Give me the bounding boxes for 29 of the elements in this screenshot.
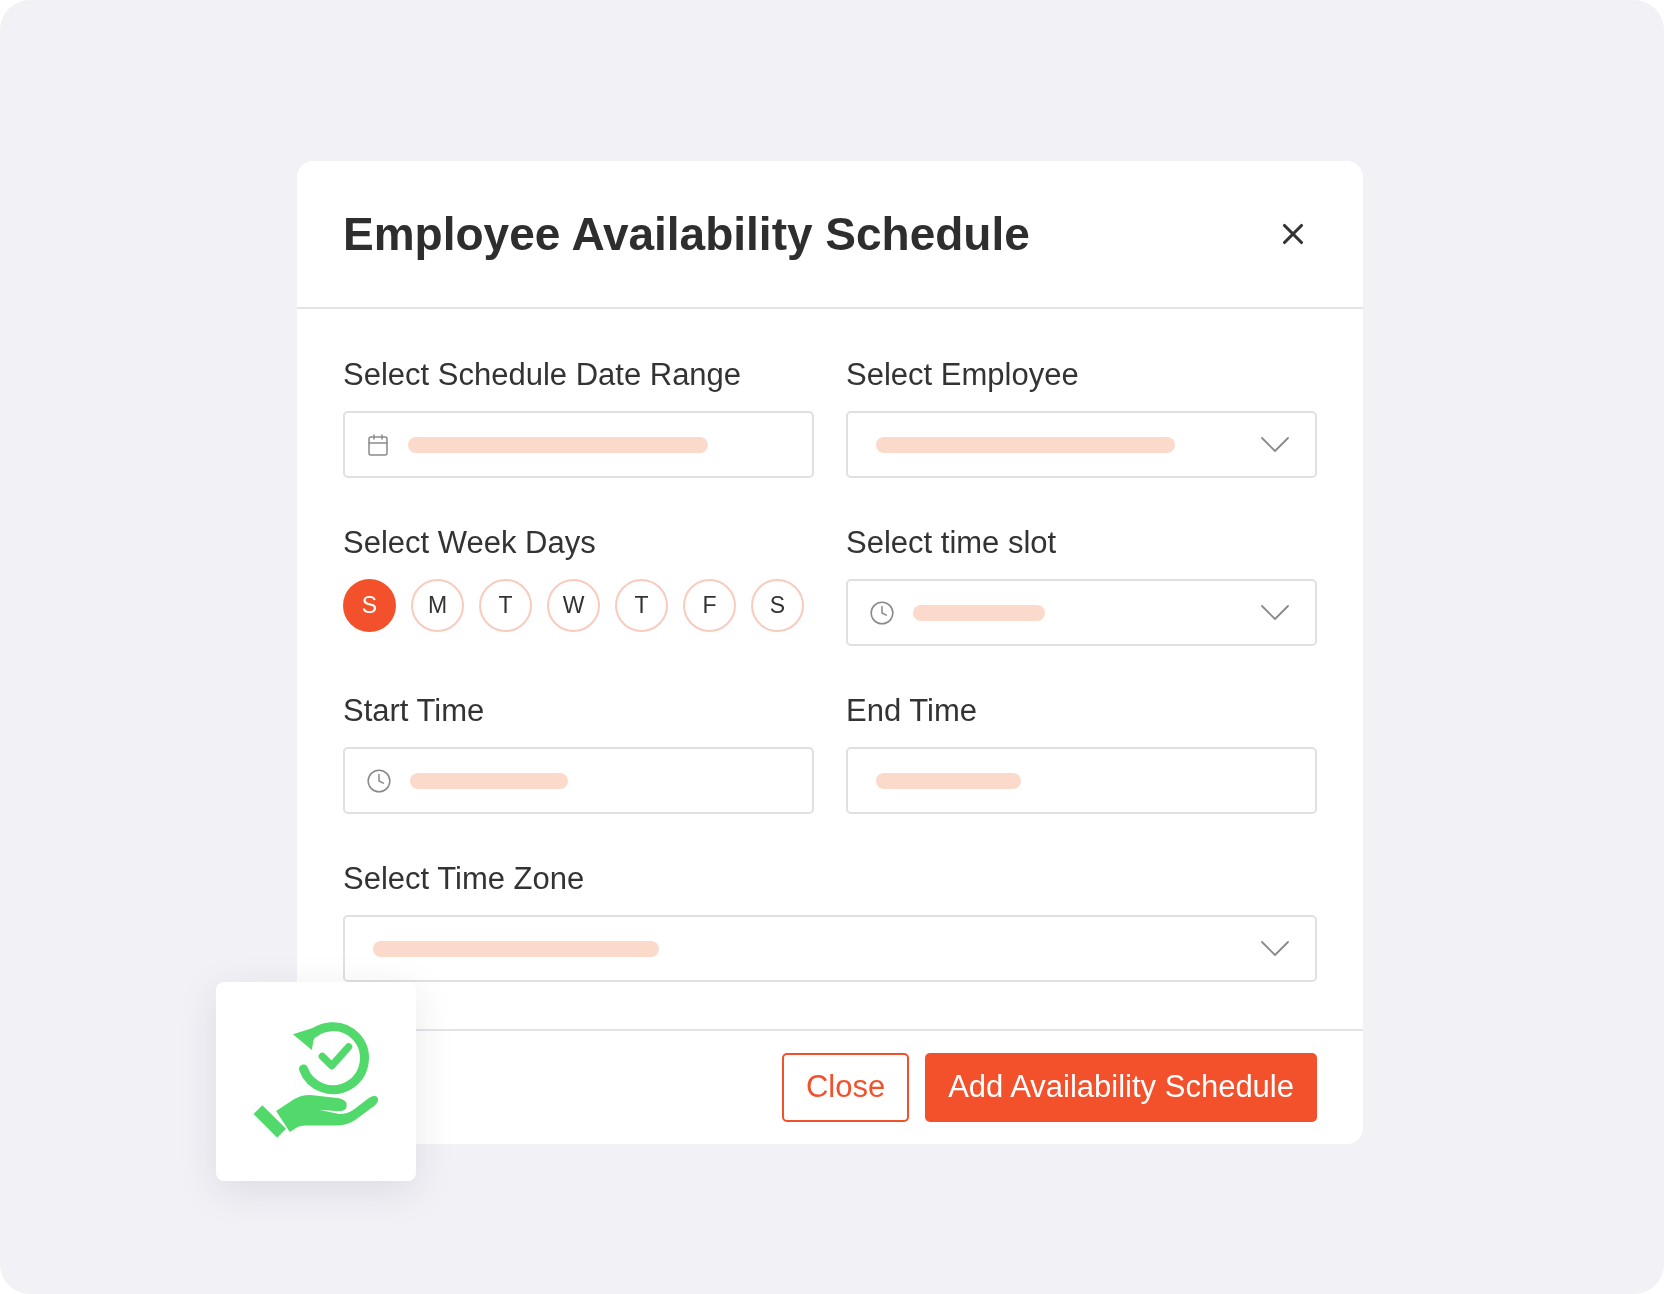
dropdown-field[interactable]	[343, 915, 1317, 982]
weekday-toggle[interactable]: M	[411, 579, 464, 632]
add-schedule-button[interactable]: Add Availability Schedule	[925, 1053, 1317, 1122]
clock-icon	[366, 767, 392, 794]
weekday-toggle[interactable]: S	[751, 579, 804, 632]
field-label: Select Week Days	[343, 524, 597, 562]
time-field[interactable]	[343, 747, 814, 814]
field-label: Select Schedule Date Range	[343, 356, 743, 394]
chevron-down-icon	[1261, 940, 1289, 957]
field-label: Select time slot	[846, 524, 1058, 562]
weekday-toggle[interactable]: T	[479, 579, 532, 632]
close-button[interactable]: Close	[781, 1053, 910, 1122]
calendar-icon	[366, 432, 390, 457]
dropdown-field[interactable]	[846, 579, 1317, 646]
dropdown-field[interactable]	[846, 411, 1317, 478]
field-label: Select Time Zone	[343, 860, 586, 898]
weekday-toggle[interactable]: T	[615, 579, 668, 632]
weekday-toggle[interactable]: W	[547, 579, 600, 632]
date-range-field[interactable]	[343, 411, 814, 478]
clock-icon	[869, 599, 895, 626]
field-label: End Time	[846, 692, 978, 730]
dialog-title: Employee Availability Schedule	[343, 206, 1030, 262]
field-label: Start Time	[343, 692, 486, 730]
chevron-down-icon	[1261, 604, 1289, 621]
field-label: Select Employee	[846, 356, 1080, 394]
input-field[interactable]	[846, 747, 1317, 814]
weekday-toggle[interactable]: F	[683, 579, 736, 632]
chevron-down-icon	[1261, 436, 1289, 453]
weekday-toggle[interactable]: S	[343, 579, 396, 632]
